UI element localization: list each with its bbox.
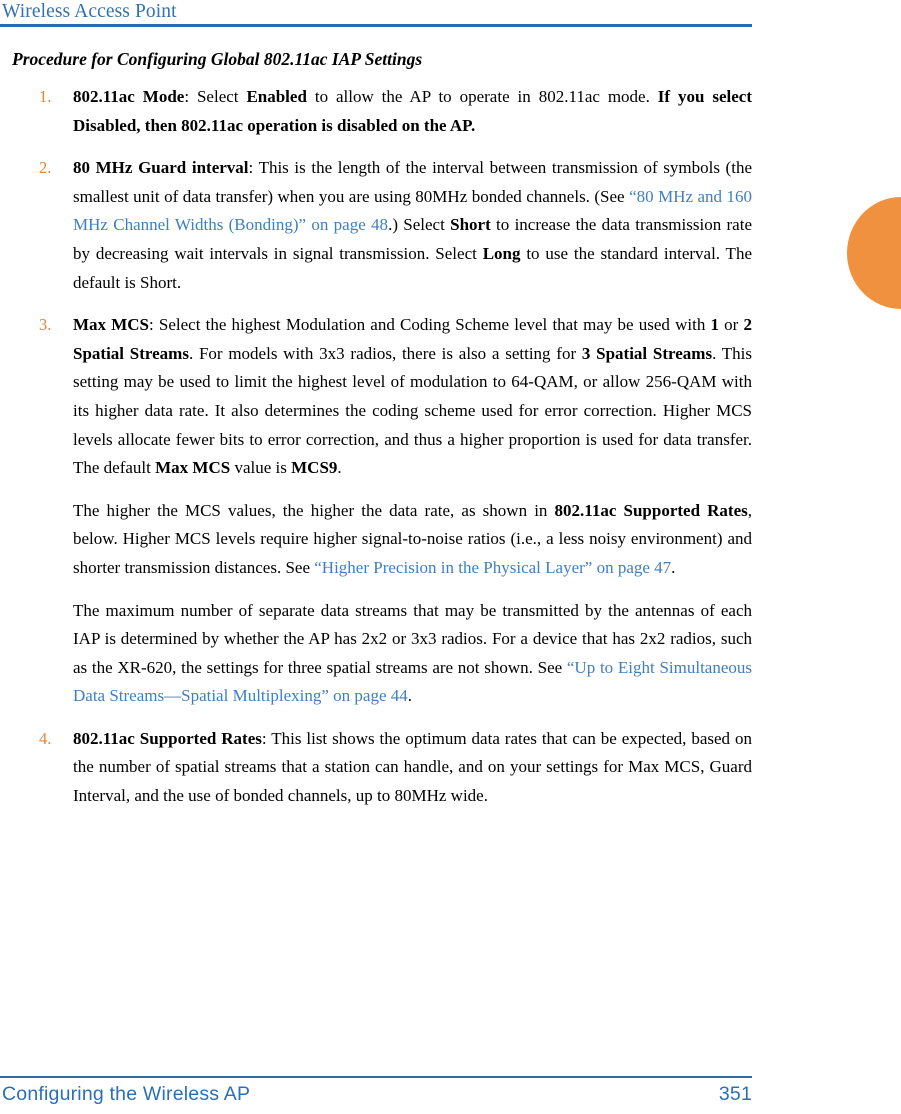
step-paragraph: 802.11ac Mode: Select Enabled to allow t…	[73, 83, 752, 140]
bold-term: Max MCS	[155, 458, 231, 478]
body-text: .	[337, 458, 342, 478]
footer-chapter-title: Configuring the Wireless AP	[2, 1083, 251, 1105]
chapter-thumb-tab-icon	[847, 197, 901, 309]
step-paragraph: 80 MHz Guard interval: This is the lengt…	[73, 154, 752, 297]
running-footer: Configuring the Wireless AP 351	[0, 1076, 752, 1106]
bold-term: 802.11ac Supported Rates	[73, 728, 262, 748]
step-paragraph: 802.11ac Supported Rates: This list show…	[73, 725, 752, 811]
step-paragraph: The maximum number of separate data stre…	[73, 597, 752, 711]
body-text: : Select	[184, 87, 247, 106]
body-text: to allow the AP to operate in 802.11ac m…	[306, 87, 658, 106]
bold-term: 802.11ac Mode	[73, 87, 185, 106]
body-text: or	[718, 315, 744, 335]
running-header: Wireless Access Point	[0, 0, 752, 27]
body-text: .	[407, 686, 412, 706]
cross-reference-link[interactable]: “Higher Precision in the Physical Layer”…	[314, 558, 671, 577]
procedure-step: 1. 802.11ac Mode: Select Enabled to allow…	[12, 83, 752, 140]
body-text: value is	[230, 458, 292, 478]
step-paragraph: The higher the MCS values, the higher th…	[73, 497, 752, 583]
body-text: : Select the highest Modulation and Codi…	[149, 315, 711, 335]
step-number: 3.	[39, 315, 52, 335]
bold-term: Enabled	[246, 87, 307, 106]
body-text: . For models with 3x3 radios, there is a…	[188, 343, 582, 363]
bold-term: Long	[482, 243, 521, 263]
procedure-list: 1. 802.11ac Mode: Select Enabled to allow…	[12, 83, 752, 811]
header-divider-rule	[0, 24, 752, 27]
bold-term: 80 MHz Guard interval	[73, 158, 249, 178]
bold-term: Max MCS	[73, 315, 149, 335]
procedure-step: 3. Max MCS: Select the highest Modulation…	[12, 311, 752, 711]
step-number: 1.	[39, 87, 52, 106]
running-header-title: Wireless Access Point	[2, 1, 177, 22]
bold-term: 1	[710, 315, 719, 335]
body-text: The higher the MCS values, the higher th…	[73, 500, 555, 520]
bold-term: MCS9	[291, 458, 338, 478]
section-heading: Procedure for Configuring Global 802.11a…	[12, 49, 423, 69]
body-text: .	[671, 557, 676, 577]
bold-term: Short	[450, 215, 491, 235]
step-paragraph: Max MCS: Select the highest Modulation a…	[73, 311, 752, 483]
procedure-step: 2. 80 MHz Guard interval: This is the len…	[12, 154, 752, 297]
procedure-step: 4. 802.11ac Supported Rates: This list sh…	[12, 725, 752, 811]
step-number: 2.	[39, 158, 52, 178]
bold-term: 802.11ac Supported Rates	[554, 500, 748, 520]
bold-term: 3 Spatial Streams	[581, 343, 713, 363]
body-text: .) Select	[388, 215, 451, 235]
footer-divider-rule	[0, 1076, 752, 1078]
step-number: 4.	[39, 728, 52, 748]
footer-page-number: 351	[718, 1083, 752, 1105]
page-content: Procedure for Configuring Global 802.11a…	[12, 40, 752, 825]
